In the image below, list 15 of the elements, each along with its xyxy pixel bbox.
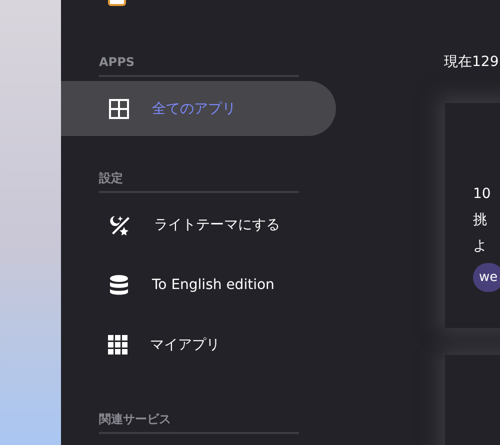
section-title: APPS xyxy=(99,54,135,70)
sidebar-item[interactable]: To English edition xyxy=(61,257,336,312)
sidebar-item[interactable]: マイアプリ xyxy=(61,317,336,372)
card-text: 10 xyxy=(473,185,491,204)
app-card[interactable]: 10 挑 よ we xyxy=(445,103,500,328)
database-icon xyxy=(108,274,130,296)
tag-chip: we xyxy=(473,263,500,292)
section-title: 関連サービス xyxy=(99,411,171,427)
sidebar-item[interactable]: ライトテーマにする xyxy=(61,197,336,252)
section-title: 設定 xyxy=(99,170,123,186)
grid-icon xyxy=(108,98,130,120)
count-heading: 現在129 xyxy=(444,53,499,72)
card-text: よ xyxy=(473,237,487,256)
card-text: 挑 xyxy=(473,211,487,230)
apps-grid-icon xyxy=(108,334,128,354)
